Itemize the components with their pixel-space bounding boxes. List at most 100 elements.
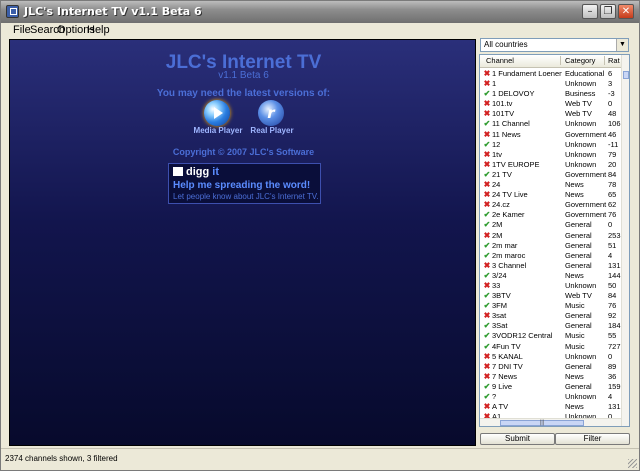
column-divider[interactable] [604, 56, 605, 65]
channel-rating: 0 [608, 220, 613, 230]
channel-rating: 48 [608, 109, 617, 119]
chevron-down-icon[interactable]: ▼ [616, 39, 628, 51]
table-row[interactable]: ✔ 4Fun TV Music 727 [480, 342, 621, 352]
table-row[interactable]: ✖ 7 News News 36 [480, 372, 621, 382]
table-row[interactable]: ✔ 12 Unknown -11 [480, 140, 621, 150]
table-row[interactable]: ✖ 3sat General 92 [480, 311, 621, 321]
channel-category: Unknown [565, 392, 597, 401]
check-icon: ✔ [483, 119, 491, 129]
channel-panel: All countries ▼ Channel Category Rat ✖ 1 … [478, 38, 631, 446]
channel-rating: 84 [608, 169, 617, 179]
channel-rating: 0 [608, 99, 613, 109]
close-button[interactable]: ✕ [618, 4, 634, 19]
table-row[interactable]: ✖ 11 News Government 46 [480, 130, 621, 140]
channel-rating: 36 [608, 371, 617, 381]
table-row[interactable]: ✖ 33 Unknown 50 [480, 281, 621, 291]
real-player-link[interactable]: r Real Player [242, 98, 302, 138]
channel-name: 3VODR12 Central [492, 331, 553, 341]
check-icon: ✔ [483, 331, 491, 341]
cross-icon: ✖ [483, 351, 491, 361]
table-row[interactable]: ✖ 1 Fundament Loenen Educational 6 [480, 69, 621, 79]
vertical-scrollbar[interactable] [621, 55, 629, 426]
table-row[interactable]: ✔ 2m maroc General 4 [480, 251, 621, 261]
channel-name: 3FM [492, 301, 507, 311]
channel-name: 9 Live [492, 381, 513, 391]
column-category[interactable]: Category [565, 56, 595, 65]
restore-button[interactable]: ❐ [600, 4, 616, 19]
table-row[interactable]: ✔ 2M General 0 [480, 220, 621, 230]
channel-category: News [565, 402, 584, 412]
table-row[interactable]: ✔ 3/24 News 144 [480, 271, 621, 281]
table-row[interactable]: ✔ 1 DELOVOY Business -3 [480, 89, 621, 99]
app-window: JLC's Internet TV v1.1 Beta 6 – ❐ ✕ File… [0, 0, 640, 471]
cross-icon: ✖ [483, 200, 491, 210]
channel-rating: 4 [608, 392, 613, 401]
table-row[interactable]: ✖ 2M General 253 [480, 231, 621, 241]
table-row[interactable]: ✔ 21 TV Government 84 [480, 170, 621, 180]
cross-icon: ✖ [483, 159, 491, 169]
resize-grip[interactable] [628, 459, 637, 468]
table-row[interactable]: ✖ 1 Unknown 3 [480, 79, 621, 89]
channel-category: General [565, 220, 592, 230]
table-row[interactable]: ✔? Unknown 4 [480, 392, 621, 402]
channel-list[interactable]: Channel Category Rat ✖ 1 Fundament Loenen… [479, 54, 630, 427]
channel-name: 1tv [492, 149, 503, 159]
horizontal-scroll-thumb[interactable]: ||| [500, 420, 584, 426]
channel-rating: 253 [608, 230, 621, 240]
country-select-value: All countries [484, 40, 528, 49]
digg-it-banner[interactable]: digg it Help me spreading the word! Let … [168, 163, 321, 204]
filter-button[interactable]: Filter [555, 433, 630, 445]
channel-category: Unknown [565, 139, 597, 149]
table-row[interactable]: ✖ 7 DNI TV General 89 [480, 362, 621, 372]
channel-name: 2M [492, 230, 503, 240]
channel-name: 2m mar [492, 240, 518, 250]
table-row[interactable]: ✖ 1tv Unknown 79 [480, 150, 621, 160]
channel-rating: 92 [608, 311, 617, 321]
status-bar: 2374 channels shown, 3 filtered [1, 448, 639, 470]
country-select[interactable]: All countries ▼ [480, 38, 629, 52]
channel-name: 1 DELOVOY [492, 89, 535, 99]
vertical-scroll-thumb[interactable] [623, 71, 629, 79]
channel-name: ? [492, 392, 497, 401]
table-row[interactable]: ✔ 3BTV Web TV 84 [480, 291, 621, 301]
channel-category: General [565, 361, 592, 371]
table-row[interactable]: ✔ 2m mar General 51 [480, 241, 621, 251]
table-row[interactable]: ✖ 101TV Web TV 48 [480, 109, 621, 119]
table-row[interactable]: ✖ 101.tv Web TV 0 [480, 99, 621, 109]
channel-rating: 84 [608, 291, 617, 301]
check-icon: ✔ [483, 240, 491, 250]
title-bar[interactable]: JLC's Internet TV v1.1 Beta 6 – ❐ ✕ [1, 1, 639, 23]
column-divider[interactable] [560, 56, 561, 65]
media-player-link[interactable]: Media Player [188, 98, 248, 138]
table-row[interactable]: ✔ 3FM Music 76 [480, 301, 621, 311]
channel-category: General [565, 311, 592, 321]
table-row[interactable]: ✔ 3VODR12 Central Music 55 [480, 331, 621, 341]
menu-help[interactable]: Help [87, 24, 110, 36]
table-row[interactable]: ✔ 9 Live General 159 [480, 382, 621, 392]
submit-button[interactable]: Submit [480, 433, 555, 445]
channel-name: 2e Kamer [492, 210, 525, 220]
table-row[interactable]: ✖ 24 News 78 [480, 180, 621, 190]
table-row[interactable]: ✖ 1TV EUROPE Unknown 20 [480, 160, 621, 170]
channel-name: 24.cz [492, 200, 510, 210]
table-row[interactable]: ✔ 2e Kamer Government 76 [480, 210, 621, 220]
table-row[interactable]: ✖ 24 TV Live News 65 [480, 190, 621, 200]
table-row[interactable]: ✖ 24.cz Government 62 [480, 200, 621, 210]
table-row[interactable]: ✖ 3 Channel General 131 [480, 261, 621, 271]
menu-file[interactable]: File [13, 24, 31, 36]
minimize-button[interactable]: – [582, 4, 598, 19]
channel-category: Government [565, 210, 607, 220]
channel-category: Government [565, 129, 607, 139]
column-channel[interactable]: Channel [486, 56, 514, 65]
channel-rating: 159 [608, 381, 621, 391]
window-title: JLC's Internet TV v1.1 Beta 6 [24, 5, 202, 18]
table-row[interactable]: ✖ 5 KANAL Unknown 0 [480, 352, 621, 362]
table-row[interactable]: ✖ A TV News 131 [480, 402, 621, 412]
check-icon: ✔ [483, 250, 491, 260]
channel-category: Unknown [565, 351, 597, 361]
table-row[interactable]: ✔ 11 Channel Unknown 106 [480, 119, 621, 129]
cross-icon: ✖ [483, 69, 491, 78]
column-rating[interactable]: Rat [608, 56, 620, 65]
horizontal-scrollbar[interactable]: ||| [480, 418, 621, 426]
table-row[interactable]: ✔ 3Sat General 184 [480, 321, 621, 331]
